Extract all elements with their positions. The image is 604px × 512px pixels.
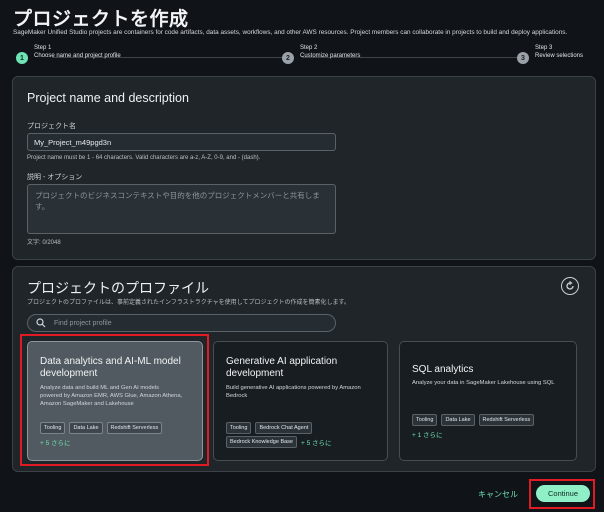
profile-card-data-analytics[interactable]: Data analytics and AI-ML model developme… — [27, 341, 203, 461]
tag: Bedrock Knowledge Base — [226, 436, 297, 448]
tag-list: Tooling Data Lake Redshift Serverless — [412, 414, 535, 426]
profile-search-input[interactable]: Find project profile — [27, 314, 336, 332]
card-description: Analyze your data in SageMaker Lakehouse… — [412, 380, 555, 386]
step-3-indicator: 3 — [517, 52, 529, 64]
card-description: Build generative AI applications powered… — [226, 385, 361, 391]
step-3-number: Step 3 — [535, 45, 553, 51]
step-2[interactable]: 2 Step 2 Customize parameters — [282, 44, 360, 64]
card-title: Data analytics and AI-ML model — [40, 356, 181, 367]
step-2-number: Step 2 — [300, 45, 318, 51]
tag: Redshift Serverless — [478, 414, 535, 426]
card-description-line2: powered by Amazon EMR, AWS Glue, Amazon … — [40, 393, 183, 399]
card-title-line2: development — [40, 368, 98, 379]
tag: Redshift Serverless — [106, 422, 163, 434]
project-profile-panel: プロジェクトのプロファイル プロジェクトのプロファイルは、事前定義されたインフラ… — [12, 266, 596, 472]
card-title-line2: development — [226, 368, 284, 379]
card-description-line3: Amazon SageMaker and Lakehouse — [40, 401, 134, 407]
tag: Tooling — [40, 422, 66, 434]
step-1-indicator: 1 — [16, 52, 28, 64]
tag-list: Tooling Data Lake Redshift Serverless — [40, 422, 163, 434]
tag: Tooling — [412, 414, 438, 426]
tag: Bedrock Chat Agent — [255, 422, 313, 434]
search-icon — [36, 318, 46, 328]
more-tags-link[interactable]: + 1 さらに — [412, 429, 443, 439]
cancel-button[interactable]: キャンセル — [478, 489, 518, 500]
character-count: 文字: 0/2048 — [27, 240, 61, 246]
more-tags-link[interactable]: + 5 さらに — [40, 437, 71, 447]
search-placeholder: Find project profile — [54, 319, 112, 327]
step-2-label: Customize parameters — [300, 53, 361, 59]
step-1-number: Step 1 — [34, 45, 52, 51]
description-textarea[interactable]: プロジェクトのビジネスコンテキストや目的を他のプロジェクトメンバーと共有します。 — [27, 184, 336, 234]
page-subtitle: SageMaker Unified Studio projects are co… — [13, 29, 568, 36]
card-description-line2: Bedrock — [226, 393, 248, 399]
step-2-indicator: 2 — [282, 52, 294, 64]
card-title: SQL analytics — [412, 364, 474, 375]
step-3[interactable]: 3 Step 3 Review selections — [517, 44, 583, 64]
card-description: Analyze data and build ML and Gen AI mod… — [40, 385, 160, 391]
project-name-label: プロジェクト名 — [27, 123, 76, 130]
project-name-help: Project name must be 1 - 64 characters. … — [27, 155, 261, 161]
tag: Data Lake — [441, 414, 475, 426]
tag: Tooling — [226, 422, 252, 434]
tag-list: Tooling Bedrock Chat Agent — [226, 422, 313, 434]
description-label: 説明 - オプション — [27, 174, 83, 181]
panel-title: プロジェクトのプロファイル — [27, 280, 209, 296]
card-title: Generative AI application — [226, 356, 338, 367]
refresh-icon — [566, 281, 574, 290]
wizard-stepper: 1 Step 1 Choose name and project profile… — [12, 44, 592, 72]
step-1[interactable]: 1 Step 1 Choose name and project profile — [16, 44, 121, 64]
profile-card-sql-analytics[interactable]: SQL analytics Analyze your data in SageM… — [399, 341, 577, 461]
refresh-button[interactable] — [561, 277, 579, 295]
more-tags-link[interactable]: + 5 さらに — [301, 437, 332, 447]
tag: Data Lake — [69, 422, 103, 434]
profile-card-generative-ai[interactable]: Generative AI application development Bu… — [213, 341, 388, 461]
project-name-panel: Project name and description プロジェクト名 My_… — [12, 76, 596, 260]
step-1-label: Choose name and project profile — [34, 53, 121, 59]
step-3-label: Review selections — [535, 53, 584, 59]
page-title: プロジェクトを作成 — [13, 9, 189, 30]
project-name-input[interactable]: My_Project_m49pgd3n — [27, 133, 336, 151]
tag-list-row2: Bedrock Knowledge Base + 5 さらに — [226, 436, 332, 448]
continue-button[interactable]: Continue — [536, 485, 590, 502]
panel-title: Project name and description — [27, 91, 189, 105]
profile-help: プロジェクトのプロファイルは、事前定義されたインフラストラクチャを使用してプロジ… — [27, 300, 350, 306]
